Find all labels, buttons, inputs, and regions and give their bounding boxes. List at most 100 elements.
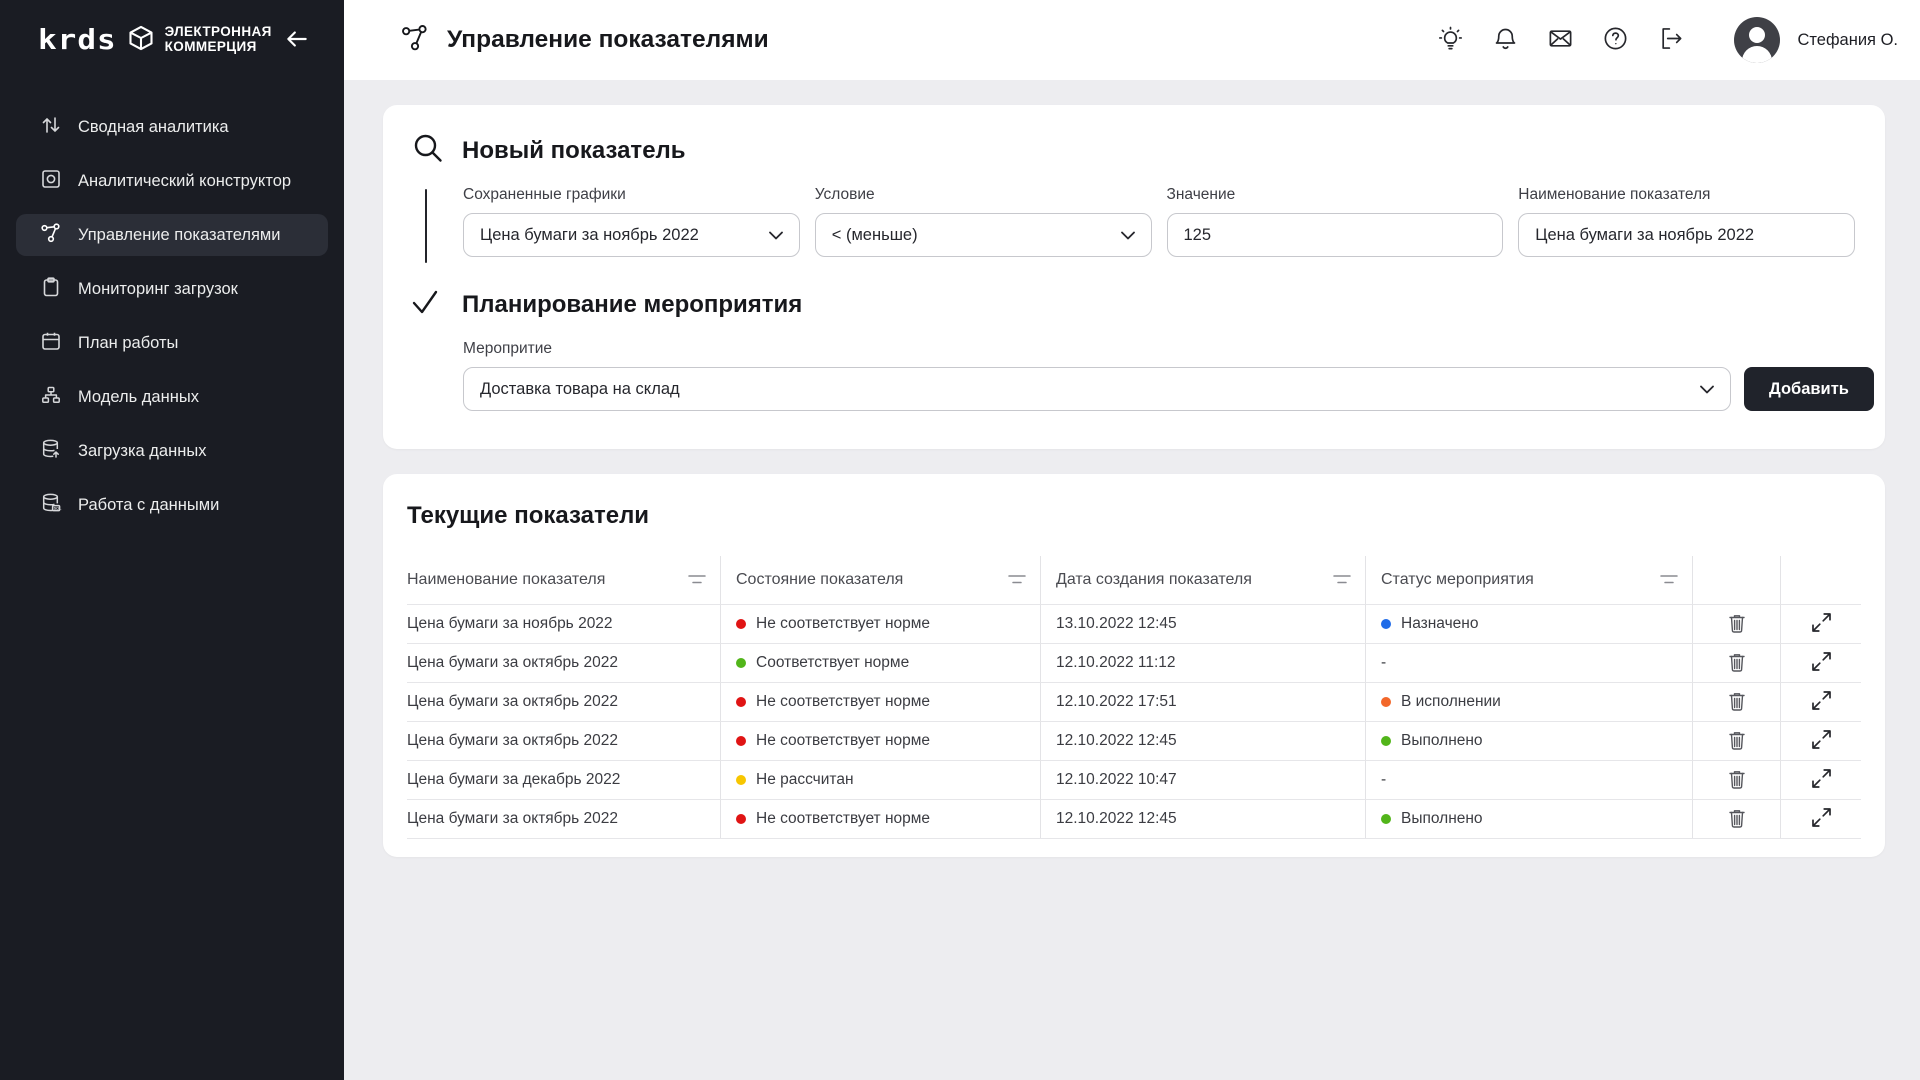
sidebar-item-label: Сводная аналитика — [78, 118, 229, 137]
cell-delete — [1692, 643, 1780, 682]
cell-indicator-state: Соответствует норме — [720, 643, 1040, 682]
sidebar-item-analytic-constructor[interactable]: Аналитический конструктор — [16, 160, 328, 202]
logout-icon — [1657, 25, 1684, 55]
topbar: Управление показателями — [344, 0, 1920, 80]
delete-row-button[interactable] — [1727, 651, 1747, 676]
value-label: Значение — [1167, 186, 1504, 204]
cell-indicator-name: Цена бумаги за октябрь 2022 — [407, 721, 720, 760]
indicator-name-input[interactable] — [1535, 226, 1838, 245]
page-title-group: Управление показателями — [400, 23, 769, 58]
expand-row-button[interactable] — [1811, 690, 1832, 714]
current-indicators-title: Текущие показатели — [407, 502, 1861, 530]
database-sql-icon: SQL — [40, 492, 62, 519]
sidebar-item-data-model[interactable]: Модель данных — [16, 376, 328, 418]
envelope-icon — [1547, 25, 1574, 55]
cell-created-date: 12.10.2022 12:45 — [1040, 721, 1365, 760]
chevron-down-icon — [769, 226, 783, 245]
notifications-button[interactable] — [1493, 27, 1519, 53]
delete-row-button[interactable] — [1727, 690, 1747, 715]
cell-delete — [1692, 799, 1780, 838]
delete-row-button[interactable] — [1727, 729, 1747, 754]
new-indicator-title: Новый показатель — [462, 137, 686, 165]
cell-event-status: - — [1365, 760, 1692, 799]
state-dot — [736, 619, 746, 629]
cell-indicator-name: Цена бумаги за октябрь 2022 — [407, 643, 720, 682]
filter-icon[interactable] — [1333, 574, 1351, 586]
filter-icon[interactable] — [1008, 574, 1026, 586]
status-dot — [1381, 697, 1391, 707]
help-button[interactable] — [1603, 27, 1629, 53]
trash-icon — [1727, 729, 1747, 754]
sidebar-item-label: Работа с данными — [78, 496, 219, 515]
calendar-icon — [40, 330, 62, 357]
cell-indicator-name: Цена бумаги за октябрь 2022 — [407, 799, 720, 838]
cell-expand — [1780, 643, 1861, 682]
sidebar-item-label: План работы — [78, 334, 178, 353]
collapse-sidebar-button[interactable] — [280, 22, 314, 59]
saved-charts-select[interactable]: Цена бумаги за ноябрь 2022 — [463, 213, 800, 257]
sidebar-item-label: Загрузка данных — [78, 442, 206, 461]
event-select[interactable]: Доставка товара на склад — [463, 367, 1731, 411]
expand-row-button[interactable] — [1811, 768, 1832, 792]
lightbulb-icon — [1437, 25, 1464, 55]
share-nodes-icon — [40, 222, 62, 249]
cell-delete — [1692, 721, 1780, 760]
svg-text:SQL: SQL — [54, 506, 62, 510]
messages-button[interactable] — [1548, 27, 1574, 53]
expand-icon — [1811, 807, 1832, 831]
checkmark-icon — [411, 289, 439, 320]
sidebar-item-data-upload[interactable]: Загрузка данных — [16, 430, 328, 472]
expand-row-button[interactable] — [1811, 612, 1832, 636]
trash-icon — [1727, 807, 1747, 832]
cell-indicator-name: Цена бумаги за октябрь 2022 — [407, 682, 720, 721]
sidebar-item-load-monitoring[interactable]: Мониторинг загрузок — [16, 268, 328, 310]
expand-row-button[interactable] — [1811, 651, 1832, 675]
cell-indicator-state: Не соответствует норме — [720, 799, 1040, 838]
delete-row-button[interactable] — [1727, 768, 1747, 793]
condition-label: Условие — [815, 186, 1152, 204]
arrows-up-down-icon — [40, 114, 62, 141]
sidebar-item-work-plan[interactable]: План работы — [16, 322, 328, 364]
cell-expand — [1780, 760, 1861, 799]
logout-button[interactable] — [1658, 27, 1684, 53]
search-icon — [411, 131, 445, 170]
filter-icon[interactable] — [1660, 574, 1678, 586]
sidebar-item-summary-analytics[interactable]: Сводная аналитика — [16, 106, 328, 148]
stepper-line — [425, 189, 427, 263]
condition-select[interactable]: < (меньше) — [815, 213, 1152, 257]
delete-row-button[interactable] — [1727, 807, 1747, 832]
user-avatar[interactable] — [1734, 17, 1780, 63]
cell-indicator-name: Цена бумаги за ноябрь 2022 — [407, 604, 720, 643]
topbar-actions: Стефания О. — [1409, 17, 1898, 63]
state-dot — [736, 814, 746, 824]
chevron-down-icon — [1700, 380, 1714, 399]
idea-button[interactable] — [1438, 27, 1464, 53]
delete-row-button[interactable] — [1727, 612, 1747, 637]
new-indicator-card: Новый показатель Сохраненные графики Цен… — [383, 105, 1885, 449]
sidebar-item-data-work[interactable]: SQL Работа с данными — [16, 484, 328, 526]
cell-delete — [1692, 604, 1780, 643]
table-bottom-border — [407, 838, 1861, 839]
sidebar-item-indicator-management[interactable]: Управление показателями — [16, 214, 328, 256]
expand-row-button[interactable] — [1811, 807, 1832, 831]
expand-row-button[interactable] — [1811, 729, 1832, 753]
condition-field: Условие < (меньше) — [815, 186, 1152, 257]
column-header-status: Статус мероприятия — [1365, 556, 1692, 604]
value-input[interactable] — [1184, 226, 1487, 245]
column-header-date: Дата создания показателя — [1040, 556, 1365, 604]
brand-text: ЭЛЕКТРОННАЯ КОММЕРЦИЯ — [165, 25, 272, 54]
cell-event-status: Выполнено — [1365, 799, 1692, 838]
status-dot — [1381, 619, 1391, 629]
filter-icon[interactable] — [688, 574, 706, 586]
cell-expand — [1780, 604, 1861, 643]
trash-icon — [1727, 690, 1747, 715]
cell-expand — [1780, 682, 1861, 721]
hierarchy-icon — [40, 384, 62, 411]
indicator-name-label: Наименование показателя — [1518, 186, 1855, 204]
column-header-state: Состояние показателя — [720, 556, 1040, 604]
condition-value: < (меньше) — [832, 226, 918, 245]
column-header-delete — [1692, 556, 1780, 604]
trash-icon — [1727, 612, 1747, 637]
saved-charts-value: Цена бумаги за ноябрь 2022 — [480, 226, 699, 245]
add-button[interactable]: Добавить — [1744, 367, 1874, 411]
